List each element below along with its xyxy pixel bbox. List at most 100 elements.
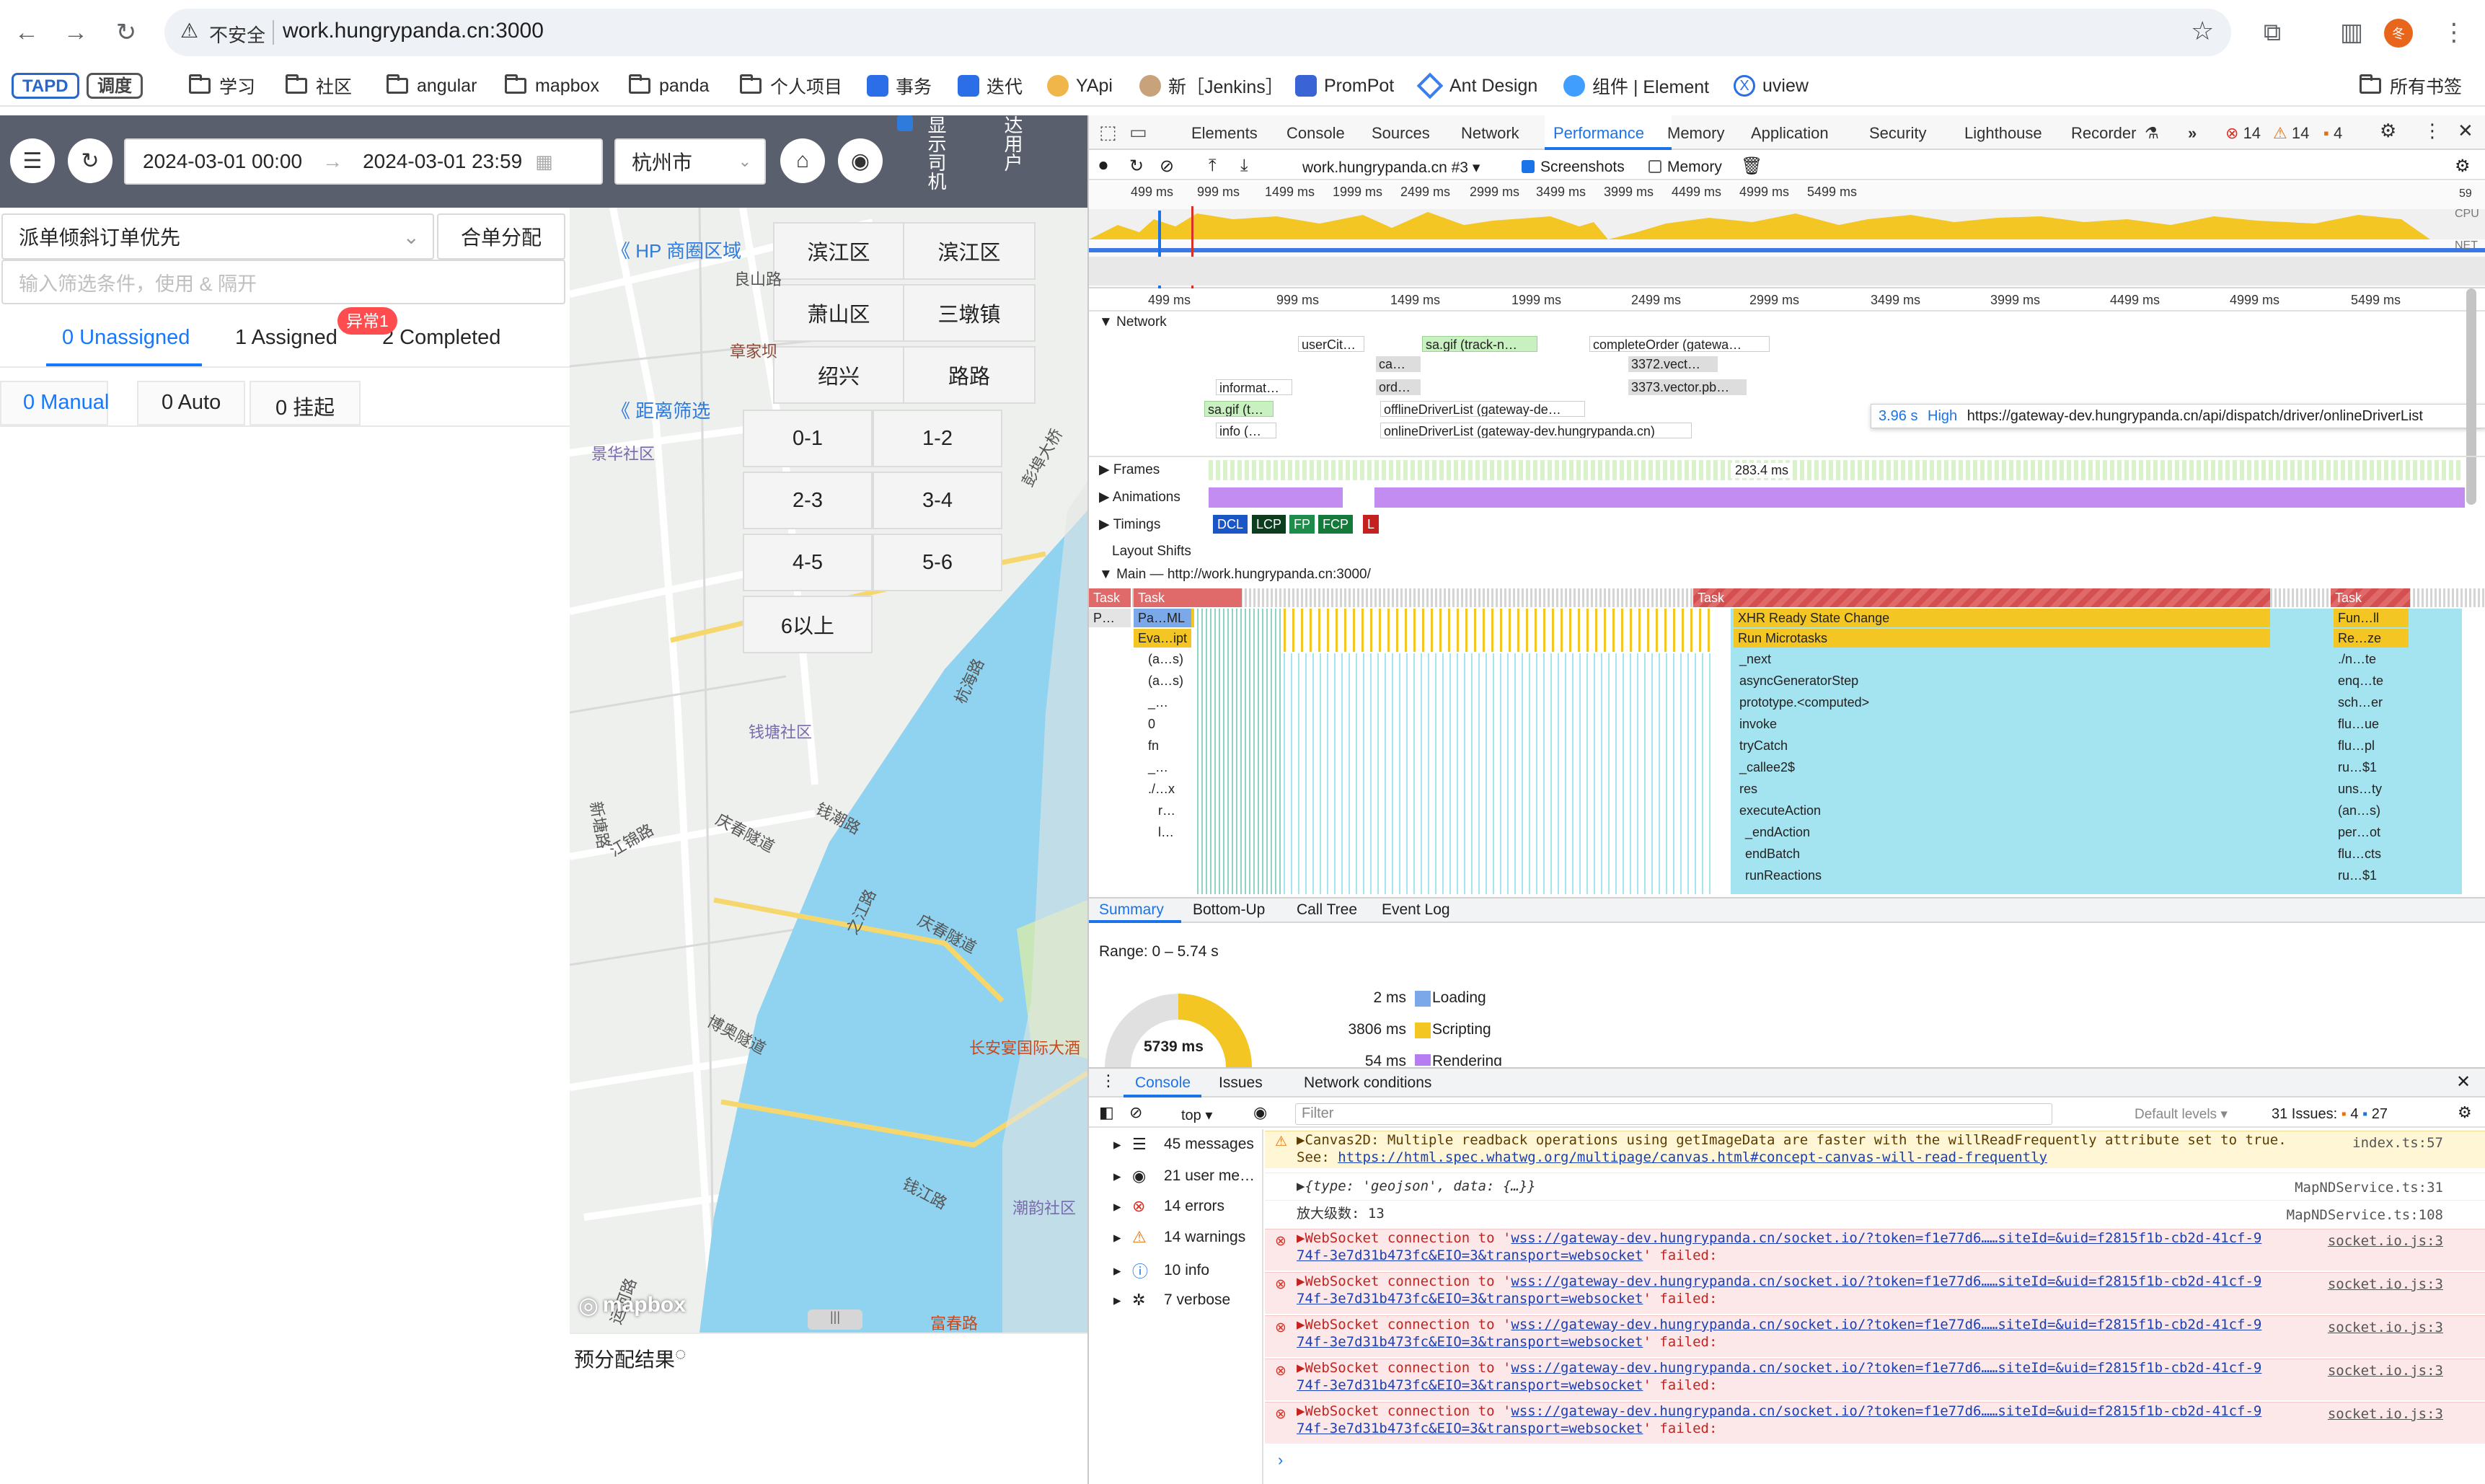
- network-request-bar[interactable]: sa.gif (track-n…: [1422, 336, 1537, 352]
- bookmark-ant-design[interactable]: Ant Design: [1416, 72, 1537, 100]
- tab-application[interactable]: Application: [1751, 124, 1829, 143]
- flame-entry[interactable]: P…: [1089, 609, 1131, 627]
- area-button-binjiang[interactable]: 滨江区: [773, 222, 904, 280]
- bookmark-folder-panda[interactable]: panda: [629, 72, 710, 100]
- sidebar-item-messages[interactable]: ▸ ☰ 45 messages: [1113, 1135, 1254, 1154]
- network-request-bar[interactable]: completeOrder (gatewa…: [1589, 336, 1770, 352]
- animation-bar[interactable]: [1374, 487, 2465, 508]
- tab-memory[interactable]: Memory: [1667, 124, 1724, 143]
- clear-console-icon[interactable]: ⊘: [1129, 1103, 1142, 1122]
- bookmark-jenkins[interactable]: 新［Jenkins］: [1139, 72, 1284, 100]
- message-source[interactable]: MapNDService.ts:31: [2295, 1179, 2443, 1196]
- network-request-bar[interactable]: 3373.vector.pb…: [1628, 379, 1747, 395]
- avatar[interactable]: 冬: [2384, 19, 2413, 48]
- download-icon[interactable]: ⤓: [1240, 156, 1248, 176]
- flame-entry[interactable]: flu…pl: [2338, 738, 2375, 754]
- flame-entry[interactable]: sch…er: [2338, 695, 2383, 710]
- network-request-bar[interactable]: 3372.vect…: [1628, 356, 1718, 372]
- console-message-error[interactable]: ⊗ ▶WebSocket connection to 'wss://gatewa…: [1265, 1402, 2485, 1444]
- clear-icon[interactable]: ⊘: [1160, 156, 1174, 177]
- sidebar-item-errors[interactable]: ▸ ⊗ 14 errors: [1113, 1197, 1224, 1216]
- console-message-error[interactable]: ⊗ ▶WebSocket connection to 'wss://gatewa…: [1265, 1315, 2485, 1357]
- tab-elements[interactable]: Elements: [1191, 124, 1258, 143]
- bookmark-uview[interactable]: Xuview: [1734, 72, 1809, 100]
- flame-entry[interactable]: tryCatch: [1739, 738, 1788, 754]
- flame-entry[interactable]: executeAction: [1739, 803, 1821, 818]
- main-track-toggle[interactable]: ▼ Main — http://work.hungrypanda.cn:3000…: [1099, 567, 1371, 583]
- timing-marker-dcl[interactable]: DCL: [1213, 515, 1248, 534]
- message-source[interactable]: socket.io.js:3: [2328, 1276, 2443, 1293]
- message-link[interactable]: 74f-3e7d31b473fc&EIO=3&transport=websock…: [1297, 1377, 1643, 1393]
- filter-input[interactable]: 输入筛选条件，使用 & 隔开: [1, 260, 565, 304]
- all-bookmarks[interactable]: 所有书签: [2360, 72, 2462, 100]
- drawer-menu-icon[interactable]: ⋮: [1100, 1072, 1116, 1090]
- console-message-log[interactable]: 放大级数: 13 MapNDService.ts:108: [1265, 1200, 2485, 1226]
- side-panel-icon[interactable]: ▥: [2332, 13, 2371, 52]
- flame-entry[interactable]: _…: [1148, 760, 1168, 775]
- recording-select[interactable]: work.hungrypanda.cn #3 ▾: [1302, 159, 1480, 177]
- flame-entry[interactable]: Pa…ML: [1134, 609, 1191, 627]
- bookmark-folder-study[interactable]: 学习: [189, 72, 255, 100]
- flame-entry[interactable]: Re…ze: [2334, 629, 2409, 648]
- sidebar-item-verbose[interactable]: ▸ ✲ 7 verbose: [1113, 1291, 1230, 1309]
- record-icon[interactable]: ⏺: [1099, 156, 1108, 176]
- message-link[interactable]: 74f-3e7d31b473fc&EIO=3&transport=websock…: [1297, 1421, 1643, 1436]
- menu-button[interactable]: ☰: [10, 138, 55, 183]
- distance-button-1-2[interactable]: 1-2: [873, 410, 1002, 467]
- reload-icon[interactable]: ↻: [107, 13, 146, 52]
- flame-entry[interactable]: invoke: [1739, 717, 1777, 732]
- animation-bar[interactable]: [1209, 487, 1343, 508]
- sidebar-item-user-messages[interactable]: ▸ ◉ 21 user me…: [1113, 1167, 1255, 1185]
- distance-button-5-6[interactable]: 5-6: [873, 534, 1002, 591]
- timing-marker-load[interactable]: L: [1363, 515, 1380, 534]
- bookmark-prompot[interactable]: PromPot: [1295, 72, 1394, 100]
- flame-task[interactable]: Task: [1089, 588, 1131, 607]
- capture-settings-icon[interactable]: ⚙: [2455, 156, 2471, 177]
- garbage-collect-icon[interactable]: 🗑: [1741, 156, 1762, 177]
- flame-entry[interactable]: endBatch: [1745, 847, 1800, 862]
- timing-marker-lcp[interactable]: LCP: [1252, 515, 1286, 534]
- area-button-lulu[interactable]: 路路: [903, 346, 1036, 404]
- bookmark-iteration[interactable]: 迭代: [958, 72, 1023, 100]
- distance-button-2-3[interactable]: 2-3: [743, 472, 873, 529]
- flame-entry[interactable]: enq…te: [2338, 673, 2383, 689]
- date-start[interactable]: 2024-03-01 00:00: [143, 150, 302, 173]
- distance-button-6-plus[interactable]: 6以上: [743, 596, 873, 653]
- area-button-sandun[interactable]: 三墩镇: [903, 284, 1036, 342]
- console-message-log[interactable]: ▶{type: 'geojson', data: {…}} MapNDServi…: [1265, 1172, 2485, 1198]
- bookmark-folder-personal[interactable]: 个人项目: [740, 72, 842, 100]
- message-link[interactable]: https://html.spec.whatwg.org/multipage/c…: [1338, 1149, 2047, 1165]
- tab-completed[interactable]: 2 Completed: [382, 326, 500, 350]
- flame-entry[interactable]: Fun…ll: [2334, 609, 2409, 627]
- bookmark-folder-community[interactable]: 社区: [286, 72, 352, 100]
- console-message-error[interactable]: ⊗ ▶WebSocket connection to 'wss://gatewa…: [1265, 1272, 2485, 1314]
- message-link[interactable]: 74f-3e7d31b473fc&EIO=3&transport=websock…: [1297, 1334, 1643, 1350]
- flame-entry[interactable]: l…: [1158, 825, 1174, 840]
- tab-summary[interactable]: Summary: [1099, 901, 1164, 919]
- error-counter[interactable]: ⊗ 14: [2225, 124, 2261, 143]
- message-source[interactable]: socket.io.js:3: [2328, 1405, 2443, 1423]
- flame-task[interactable]: Task: [1693, 588, 2270, 607]
- network-request-bar[interactable]: ord…: [1376, 379, 1421, 395]
- bookmark-tapd[interactable]: TAPD: [12, 72, 79, 100]
- sidebar-item-info[interactable]: ▸ ⓘ 10 info: [1113, 1259, 1209, 1282]
- network-request-bar[interactable]: offlineDriverList (gateway-de…: [1380, 401, 1585, 417]
- menu-icon[interactable]: ⋮: [2435, 13, 2473, 52]
- flame-entry[interactable]: 0: [1148, 717, 1155, 732]
- message-link[interactable]: wss://gateway-dev.hungrypanda.cn/socket.…: [1511, 1230, 2261, 1246]
- flame-entry[interactable]: _endAction: [1745, 825, 1810, 840]
- flame-entry[interactable]: runReactions: [1745, 868, 1822, 883]
- console-settings-icon[interactable]: ⚙: [2458, 1103, 2472, 1122]
- timings-track-toggle[interactable]: ▶ Timings: [1099, 516, 1160, 533]
- show-driver-checkbox[interactable]: [897, 115, 913, 131]
- store-button[interactable]: ⌂: [780, 138, 825, 183]
- issue-counter[interactable]: ▪ 4: [2323, 124, 2342, 143]
- message-link[interactable]: 74f-3e7d31b473fc&EIO=3&transport=websock…: [1297, 1247, 1643, 1263]
- distance-button-3-4[interactable]: 3-4: [873, 472, 1002, 529]
- settings-gear-icon[interactable]: ⚙: [2380, 120, 2396, 142]
- network-request-bar[interactable]: ca…: [1376, 356, 1421, 372]
- drawer-tab-issues[interactable]: Issues: [1219, 1074, 1263, 1092]
- date-end[interactable]: 2024-03-01 23:59: [363, 150, 522, 173]
- flame-entry[interactable]: ./…x: [1148, 782, 1175, 797]
- animations-track-toggle[interactable]: ▶ Animations: [1099, 489, 1180, 505]
